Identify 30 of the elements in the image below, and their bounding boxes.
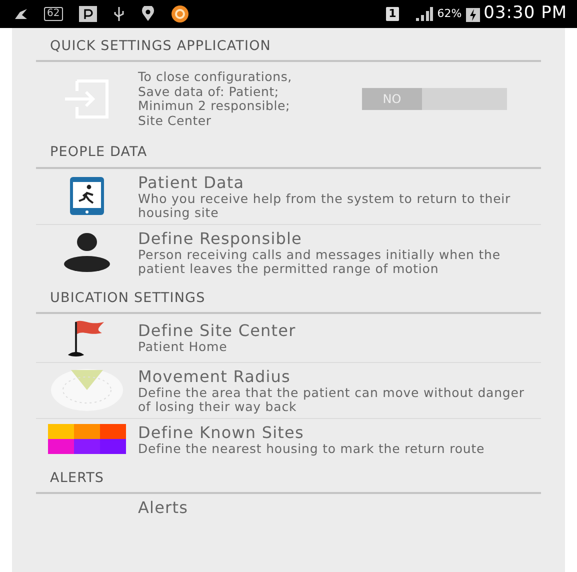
setting-description: Define the nearest housing to mark the return route (138, 442, 485, 456)
setting-title: Alerts (138, 498, 188, 517)
color-grid-icon (48, 424, 126, 454)
battery-charging-icon (466, 6, 480, 22)
setting-description: Who you receive help from the system to return to their housing site (138, 192, 512, 220)
setting-description: Define the area that the patient can move without danger of losing their way back (138, 386, 526, 414)
clock-time: 03:30 PM (484, 2, 567, 26)
battery-percent: 62% (437, 6, 462, 22)
app-logo-icon (170, 5, 189, 23)
radar-icon (49, 368, 125, 412)
person-icon (63, 232, 111, 272)
section-header: QUICK SETTINGS APPLICATION (49, 37, 272, 56)
phone-runner-icon (69, 176, 105, 216)
setting-description: Patient Home (138, 340, 228, 354)
setting-description: Person receiving calls and messages initially when the patient leaves the permitted range of motion (138, 248, 502, 276)
usb-icon (112, 6, 125, 22)
location-pin-icon (140, 6, 155, 22)
parking-icon (78, 6, 97, 22)
notification-count: 62 (44, 7, 63, 21)
section-header: ALERTS (49, 468, 106, 488)
section-header: UBICATION SETTINGS (49, 288, 206, 308)
setting-title: Define Known Sites (138, 422, 305, 442)
section-header: PEOPLE DATA (49, 143, 148, 162)
setting-title: Movement Radius (138, 366, 292, 386)
setting-title: Define Responsible (138, 228, 304, 248)
signal-icon (415, 7, 434, 21)
setting-description: To close configurations, Save data of: Patient; Minimun 2 responsible; Site Center (138, 70, 293, 128)
setting-title: Patient Data (138, 172, 246, 192)
sim-slot-icon: 1 (386, 7, 400, 21)
setting-title: Define Site Center (138, 321, 296, 340)
